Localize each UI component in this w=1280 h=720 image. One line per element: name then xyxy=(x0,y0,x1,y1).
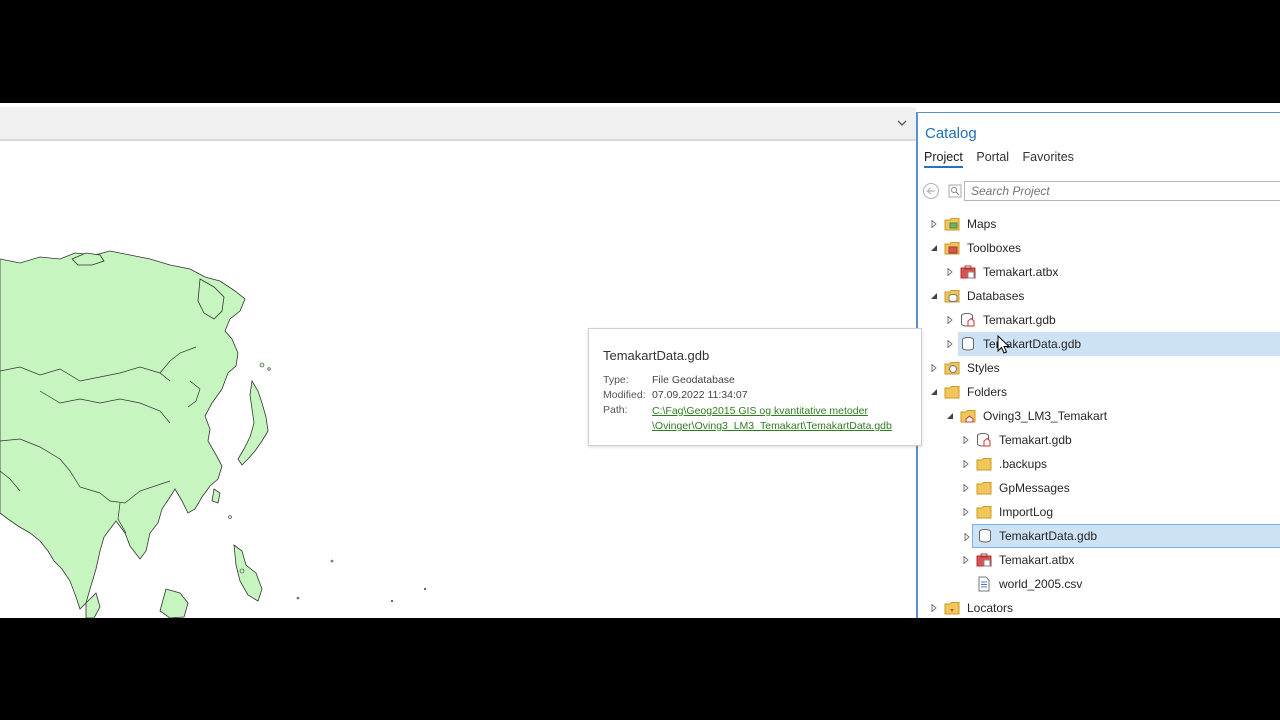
tree-label: GpMessages xyxy=(999,481,1070,495)
toolbox-icon xyxy=(960,265,976,279)
expand-arrow-icon[interactable] xyxy=(962,436,970,444)
folders-folder-icon xyxy=(944,386,960,399)
catalog-tabs: Project Portal Favorites xyxy=(924,150,1084,168)
toolboxes-folder-icon xyxy=(944,242,960,255)
databases-folder-icon xyxy=(944,290,960,303)
tree-item-folder-gdb-temakart[interactable]: Temakart.gdb xyxy=(918,428,1280,452)
tree-label: world_2005.csv xyxy=(999,577,1083,591)
land-polygon-borneo xyxy=(159,588,189,618)
collapse-arrow-icon[interactable] xyxy=(946,412,954,420)
tree-label: Folders xyxy=(967,385,1008,399)
expand-arrow-icon[interactable] xyxy=(930,364,938,372)
tooltip-modified-value: 07.09.2022 11:34:07 xyxy=(652,389,748,401)
tree-label: .backups xyxy=(999,457,1048,471)
tab-portal[interactable]: Portal xyxy=(976,150,1009,166)
tab-project[interactable]: Project xyxy=(924,150,963,168)
tooltip-modified-label: Modified: xyxy=(603,389,646,401)
folder-icon xyxy=(976,458,992,471)
tooltip-path-line1[interactable]: C:\Fag\Geog2015 GIS og kvantitative meto… xyxy=(652,404,892,419)
expand-arrow-icon[interactable] xyxy=(962,508,970,516)
expand-arrow-icon[interactable] xyxy=(962,484,970,492)
tree-label: Styles xyxy=(967,361,1000,375)
geodatabase-icon xyxy=(961,313,975,327)
tree-label: Locators xyxy=(967,601,1014,615)
collapse-arrow-icon[interactable] xyxy=(930,244,938,252)
tree-label: TemakartData.gdb xyxy=(999,529,1098,543)
tree-item-project-folder[interactable]: Oving3_LM3_Temakart xyxy=(918,404,1280,428)
arcgis-app-window: TemakartData.gdb Type: File Geodatabase M… xyxy=(0,103,1280,618)
tooltip-type-value: File Geodatabase xyxy=(652,374,735,386)
locators-folder-icon xyxy=(944,602,960,615)
tree-item-folder-csv[interactable]: world_2005.csv xyxy=(918,572,1280,596)
tree-item-folders[interactable]: Folders xyxy=(918,380,1280,404)
tooltip-path-line2[interactable]: \Ovinger\Oving3_LM3_Temakart\TemakartDat… xyxy=(652,419,892,434)
tooltip-title: TemakartData.gdb xyxy=(603,348,710,363)
tree-item-folder-importlog[interactable]: ImportLog xyxy=(918,500,1280,524)
tree-label: Temakart.gdb xyxy=(983,313,1056,327)
tree-item-db-temakart[interactable]: Temakart.gdb xyxy=(918,308,1280,332)
tree-label: Toolboxes xyxy=(967,241,1022,255)
folder-icon xyxy=(976,482,992,495)
tree-label: Databases xyxy=(967,289,1025,303)
mouse-cursor-icon xyxy=(997,335,1011,354)
tree-item-folder-gpmessages[interactable]: GpMessages xyxy=(918,476,1280,500)
tooltip-path-label: Path: xyxy=(603,404,628,416)
catalog-search-input[interactable] xyxy=(964,181,1280,201)
search-scope-icon[interactable] xyxy=(948,184,962,198)
collapse-arrow-icon[interactable] xyxy=(930,292,938,300)
tree-item-maps[interactable]: Maps xyxy=(918,212,1280,236)
tree-label: Oving3_LM3_Temakart xyxy=(983,409,1108,423)
expand-arrow-icon[interactable] xyxy=(930,604,938,612)
csv-file-icon xyxy=(978,576,990,592)
expand-arrow-icon[interactable] xyxy=(946,268,954,276)
tooltip-type-row: Type: File Geodatabase xyxy=(603,374,735,386)
tree-item-databases[interactable]: Databases xyxy=(918,284,1280,308)
tree-item-folder-atbx[interactable]: Temakart.atbx xyxy=(918,548,1280,572)
expand-arrow-icon[interactable] xyxy=(962,460,970,468)
tree-label: Temakart.gdb xyxy=(999,433,1072,447)
chevron-down-icon[interactable] xyxy=(894,115,910,131)
tree-label: ImportLog xyxy=(999,505,1054,519)
home-folder-icon xyxy=(960,410,976,423)
land-polygon-philippines xyxy=(233,544,263,602)
toolbox-icon xyxy=(976,553,992,567)
land-polygon-taiwan xyxy=(211,488,221,504)
styles-folder-icon xyxy=(944,362,960,375)
expand-arrow-icon[interactable] xyxy=(930,220,938,228)
expand-arrow-icon[interactable] xyxy=(963,533,971,541)
folder-icon xyxy=(976,506,992,519)
geodatabase-icon xyxy=(977,433,991,447)
geodatabase-icon xyxy=(962,337,974,351)
tab-favorites[interactable]: Favorites xyxy=(1023,150,1074,166)
catalog-title: Catalog xyxy=(925,125,977,142)
item-tooltip: TemakartData.gdb Type: File Geodatabase M… xyxy=(588,328,922,446)
catalog-search-row xyxy=(922,181,1280,203)
tree-item-locators[interactable]: Locators xyxy=(918,596,1280,618)
land-polygon-japan xyxy=(237,379,269,466)
expand-arrow-icon[interactable] xyxy=(962,556,970,564)
back-arrow-icon[interactable] xyxy=(922,182,940,200)
expand-arrow-icon[interactable] xyxy=(946,316,954,324)
tree-label: Maps xyxy=(967,217,997,231)
tooltip-path-link[interactable]: C:\Fag\Geog2015 GIS og kvantitative meto… xyxy=(652,404,892,434)
catalog-pane: Catalog Project Portal Favorites Map xyxy=(916,112,1280,618)
tree-item-folder-backups[interactable]: .backups xyxy=(918,452,1280,476)
tree-item-toolbox-temakart[interactable]: Temakart.atbx xyxy=(918,260,1280,284)
tree-item-folder-gdb-temakartdata[interactable]: TemakartData.gdb xyxy=(964,524,1280,548)
geodatabase-icon xyxy=(979,529,991,543)
collapse-arrow-icon[interactable] xyxy=(930,388,938,396)
maps-folder-icon xyxy=(944,218,960,231)
tree-label: Temakart.atbx xyxy=(983,265,1059,279)
tree-item-styles[interactable]: Styles xyxy=(918,356,1280,380)
tooltip-path-row: Path: xyxy=(603,404,652,416)
map-tab-bar xyxy=(0,107,916,141)
tooltip-modified-row: Modified: 07.09.2022 11:34:07 xyxy=(603,389,748,401)
expand-arrow-icon[interactable] xyxy=(946,340,954,348)
tooltip-type-label: Type: xyxy=(603,374,629,386)
tree-item-toolboxes[interactable]: Toolboxes xyxy=(918,236,1280,260)
tree-label: Temakart.atbx xyxy=(999,553,1075,567)
